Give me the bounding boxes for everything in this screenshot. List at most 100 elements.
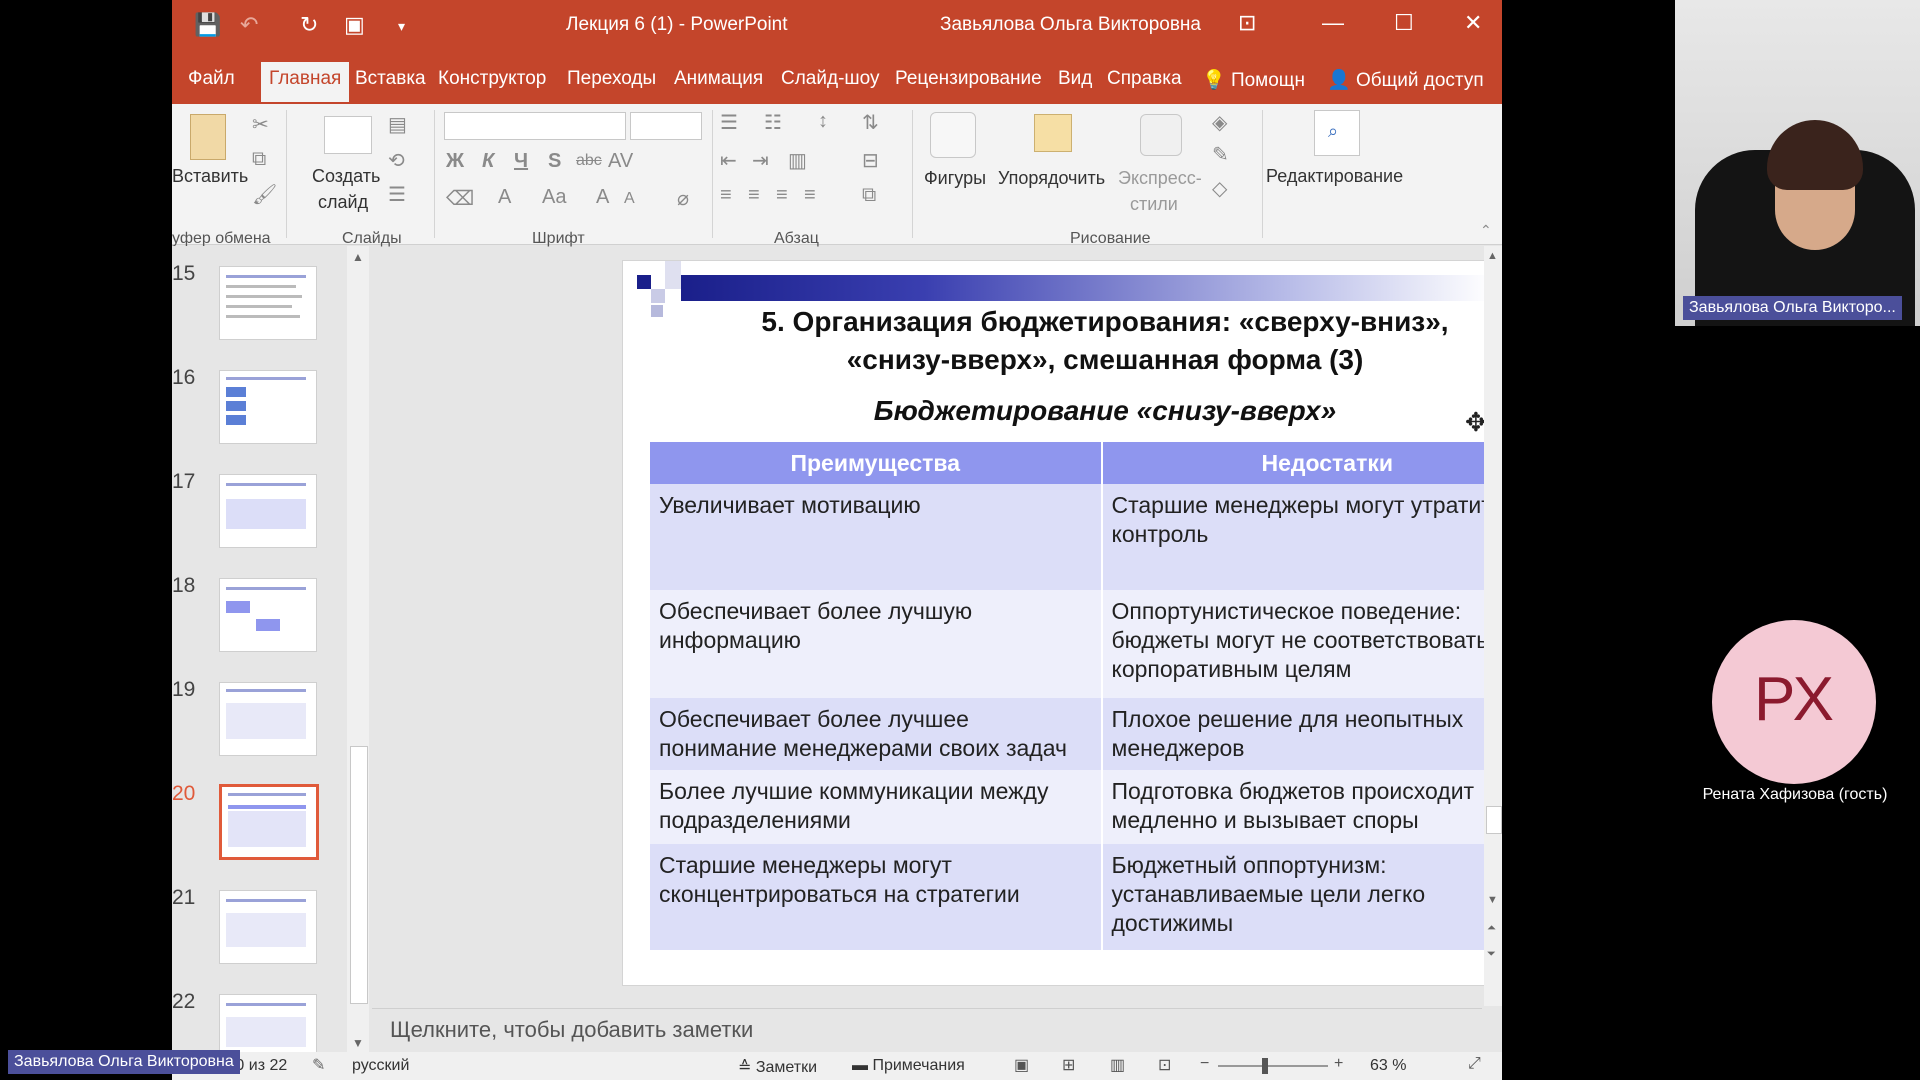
justify-icon[interactable]: ≡ [804, 184, 816, 207]
new-slide-icon[interactable] [324, 116, 372, 154]
align-center-icon[interactable]: ≡ [748, 184, 760, 207]
scroll-up-icon[interactable]: ▲ [1487, 250, 1498, 262]
scroll-thumb[interactable] [1486, 806, 1502, 834]
strikethrough-button[interactable]: abc [576, 152, 602, 170]
minimize-icon[interactable]: — [1322, 10, 1344, 36]
shape-fill-icon[interactable]: ◈ [1212, 110, 1227, 135]
quick-styles-icon[interactable] [1140, 114, 1182, 156]
slide-canvas[interactable]: 5. Организация бюджетирования: «сверху-в… [622, 260, 1502, 986]
grow-font-button[interactable]: A [596, 186, 609, 209]
slide-thumbnail[interactable] [219, 682, 317, 756]
decrease-indent-icon[interactable]: ⇤ [720, 148, 737, 173]
normal-view-icon[interactable]: ▣ [1014, 1055, 1029, 1075]
slide-thumbnail[interactable] [219, 266, 317, 340]
cut-icon[interactable]: ✂ [252, 112, 269, 137]
columns-icon[interactable]: ▥ [788, 148, 807, 173]
editor-scrollbar[interactable]: ▲ ▼ ⏶ ⏷ [1484, 246, 1502, 1006]
notes-placeholder[interactable]: Щелкните, чтобы добавить заметки [390, 1017, 753, 1043]
zoom-slider-thumb[interactable] [1262, 1058, 1268, 1074]
shrink-font-button[interactable]: A [624, 190, 635, 208]
slide-thumbnail[interactable] [219, 890, 317, 964]
font-size-dropdown[interactable] [630, 112, 702, 140]
share-button[interactable]: 👤 Общий доступ [1327, 68, 1484, 92]
undo-icon[interactable]: ↶ [240, 12, 258, 38]
reset-icon[interactable]: ⟲ [388, 148, 405, 173]
slideshow-view-icon[interactable]: ⊡ [1158, 1055, 1171, 1075]
tab-help[interactable]: Справка [1107, 68, 1182, 90]
slide-thumbnail[interactable] [219, 578, 317, 652]
thumbnails-scrollbar[interactable]: ▲ ▼ [347, 246, 369, 1056]
tab-review[interactable]: Рецензирование [895, 68, 1042, 90]
arrange-button[interactable]: Упорядочить [998, 168, 1105, 189]
font-color-button[interactable]: A [498, 186, 511, 209]
scroll-down-icon[interactable]: ▼ [1487, 894, 1498, 906]
section-icon[interactable]: ☰ [388, 182, 406, 207]
shape-effects-icon[interactable]: ◇ [1212, 176, 1227, 201]
eraser-icon[interactable]: ⌀ [677, 186, 689, 211]
tab-transitions[interactable]: Переходы [567, 68, 656, 90]
quick-styles-label-2[interactable]: стили [1130, 194, 1178, 215]
maximize-icon[interactable]: ☐ [1394, 10, 1414, 36]
tab-tell-me[interactable]: 💡 Помощн [1202, 68, 1305, 92]
ribbon-display-icon[interactable]: ⊡ [1238, 10, 1256, 36]
smartart-icon[interactable]: ⧉ [862, 184, 876, 207]
notes-toggle[interactable]: ≙ Заметки [738, 1057, 817, 1077]
new-slide-label-1[interactable]: Создать [312, 166, 380, 187]
next-slide-icon[interactable]: ⏷ [1487, 948, 1496, 961]
slide-thumbnail-selected[interactable] [219, 784, 319, 860]
paste-button[interactable]: Вставить [172, 166, 248, 187]
tab-home[interactable]: Главная [261, 62, 350, 102]
align-right-icon[interactable]: ≡ [776, 184, 788, 207]
spellcheck-icon[interactable]: ✎ [312, 1055, 325, 1075]
language-indicator[interactable]: русский [352, 1057, 409, 1075]
quick-styles-label-1[interactable]: Экспресс- [1118, 168, 1202, 189]
char-spacing-button[interactable]: AV [608, 150, 633, 173]
text-direction-icon[interactable]: ⇅ [862, 110, 879, 135]
bold-button[interactable]: Ж [446, 150, 464, 173]
fit-to-window-icon[interactable]: ⤢ [1468, 1055, 1481, 1073]
shapes-icon[interactable] [930, 112, 976, 158]
zoom-level[interactable]: 63 % [1370, 1057, 1406, 1075]
numbering-icon[interactable]: ☷ [764, 110, 782, 135]
italic-button[interactable]: К [482, 150, 494, 173]
slide-thumbnail[interactable] [219, 370, 317, 444]
shape-outline-icon[interactable]: ✎ [1212, 142, 1229, 167]
previous-slide-icon[interactable]: ⏶ [1487, 922, 1496, 935]
layout-icon[interactable]: ▤ [388, 112, 407, 137]
clear-format-icon[interactable]: ⌫ [446, 186, 474, 211]
save-icon[interactable]: 💾 [194, 12, 221, 38]
font-name-dropdown[interactable] [444, 112, 626, 140]
change-case-button[interactable]: Aa [542, 186, 566, 209]
search-icon[interactable]: ⌕ [1314, 110, 1360, 156]
tab-insert[interactable]: Вставка [355, 68, 426, 90]
underline-button[interactable]: Ч [514, 150, 528, 173]
slide-sorter-icon[interactable]: ⊞ [1062, 1055, 1075, 1075]
reading-view-icon[interactable]: ▥ [1110, 1055, 1125, 1075]
signed-in-user[interactable]: Завьялова Ольга Викторовна [940, 14, 1201, 36]
paste-icon[interactable] [190, 114, 226, 160]
close-icon[interactable]: ✕ [1464, 10, 1482, 36]
scroll-down-icon[interactable]: ▼ [352, 1036, 364, 1050]
tab-slideshow[interactable]: Слайд-шоу [781, 68, 880, 90]
customize-toolbar-icon[interactable]: ▾ [398, 18, 405, 35]
tab-animations[interactable]: Анимация [674, 68, 763, 90]
notes-pane[interactable]: Щелкните, чтобы добавить заметки [372, 1008, 1482, 1053]
align-text-icon[interactable]: ⊟ [862, 148, 879, 173]
format-painter-icon[interactable]: 🖌 [252, 182, 277, 207]
collapse-ribbon-icon[interactable]: ⌃ [1480, 222, 1492, 239]
tab-design[interactable]: Конструктор [438, 68, 546, 90]
comments-toggle[interactable]: ▬ Примечания [852, 1057, 965, 1075]
redo-icon[interactable]: ↻ [300, 12, 318, 38]
slide-thumbnail[interactable] [219, 474, 317, 548]
increase-indent-icon[interactable]: ⇥ [752, 148, 769, 173]
tab-file[interactable]: Файл [188, 68, 235, 90]
line-spacing-icon[interactable]: ↕ [818, 110, 828, 133]
arrange-icon[interactable] [1034, 114, 1072, 152]
shadow-button[interactable]: S [548, 150, 561, 173]
shapes-button[interactable]: Фигуры [924, 168, 986, 189]
align-left-icon[interactable]: ≡ [720, 184, 732, 207]
start-slideshow-icon[interactable]: ▣ [344, 12, 365, 38]
scroll-up-icon[interactable]: ▲ [352, 250, 364, 264]
scroll-thumb[interactable] [350, 746, 368, 1004]
new-slide-label-2[interactable]: слайд [318, 192, 368, 213]
